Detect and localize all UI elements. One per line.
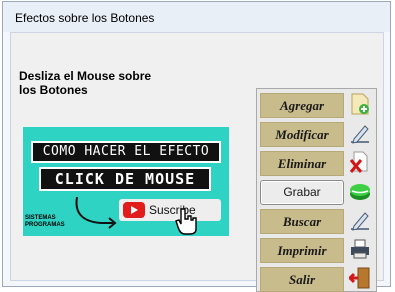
eliminar-button[interactable]: Eliminar xyxy=(260,151,344,176)
instruction-line-1: Desliza el Mouse sobre xyxy=(19,69,152,83)
thumbnail-caption-2: CLICK DE MOUSE xyxy=(39,167,211,191)
search-pencil-icon xyxy=(351,212,369,231)
brand-logo-text: SISTEMAS PROGRAMAS xyxy=(25,215,65,228)
hand-cursor-icon xyxy=(175,208,197,235)
edit-pencil-icon xyxy=(351,125,369,144)
grabar-button[interactable]: Grabar xyxy=(260,180,344,205)
form-client-area: Desliza el Mouse sobre los Botones COMO … xyxy=(10,32,384,292)
instruction-line-2: los Botones xyxy=(19,83,88,97)
instruction-label: Desliza el Mouse sobre los Botones xyxy=(19,69,189,97)
arrow-icon xyxy=(75,196,117,229)
buscar-button[interactable]: Buscar xyxy=(260,209,344,234)
agregar-button[interactable]: Agregar xyxy=(260,93,344,118)
button-panel: Agregar Modificar Eliminar Grabar Buscar… xyxy=(256,88,377,292)
delete-document-icon xyxy=(349,151,368,173)
title-bar[interactable]: Efectos sobre los Botones xyxy=(3,2,390,32)
youtube-icon xyxy=(123,202,145,218)
video-thumbnail-image: COMO HACER EL EFECTO CLICK DE MOUSE Susc… xyxy=(23,127,229,236)
thumbnail-caption-1: COMO HACER EL EFECTO xyxy=(31,141,221,163)
app-window: Efectos sobre los Botones Desliza el Mou… xyxy=(2,1,391,292)
save-disk-icon xyxy=(350,184,370,200)
modificar-button[interactable]: Modificar xyxy=(260,122,344,147)
salir-button[interactable]: Salir xyxy=(260,267,344,292)
subscribe-button-graphic: Suscribe xyxy=(119,199,221,221)
printer-icon xyxy=(351,239,369,259)
window-title: Efectos sobre los Botones xyxy=(15,11,155,25)
exit-door-icon xyxy=(349,267,370,289)
add-document-icon xyxy=(351,93,369,115)
imprimir-button[interactable]: Imprimir xyxy=(260,238,344,263)
